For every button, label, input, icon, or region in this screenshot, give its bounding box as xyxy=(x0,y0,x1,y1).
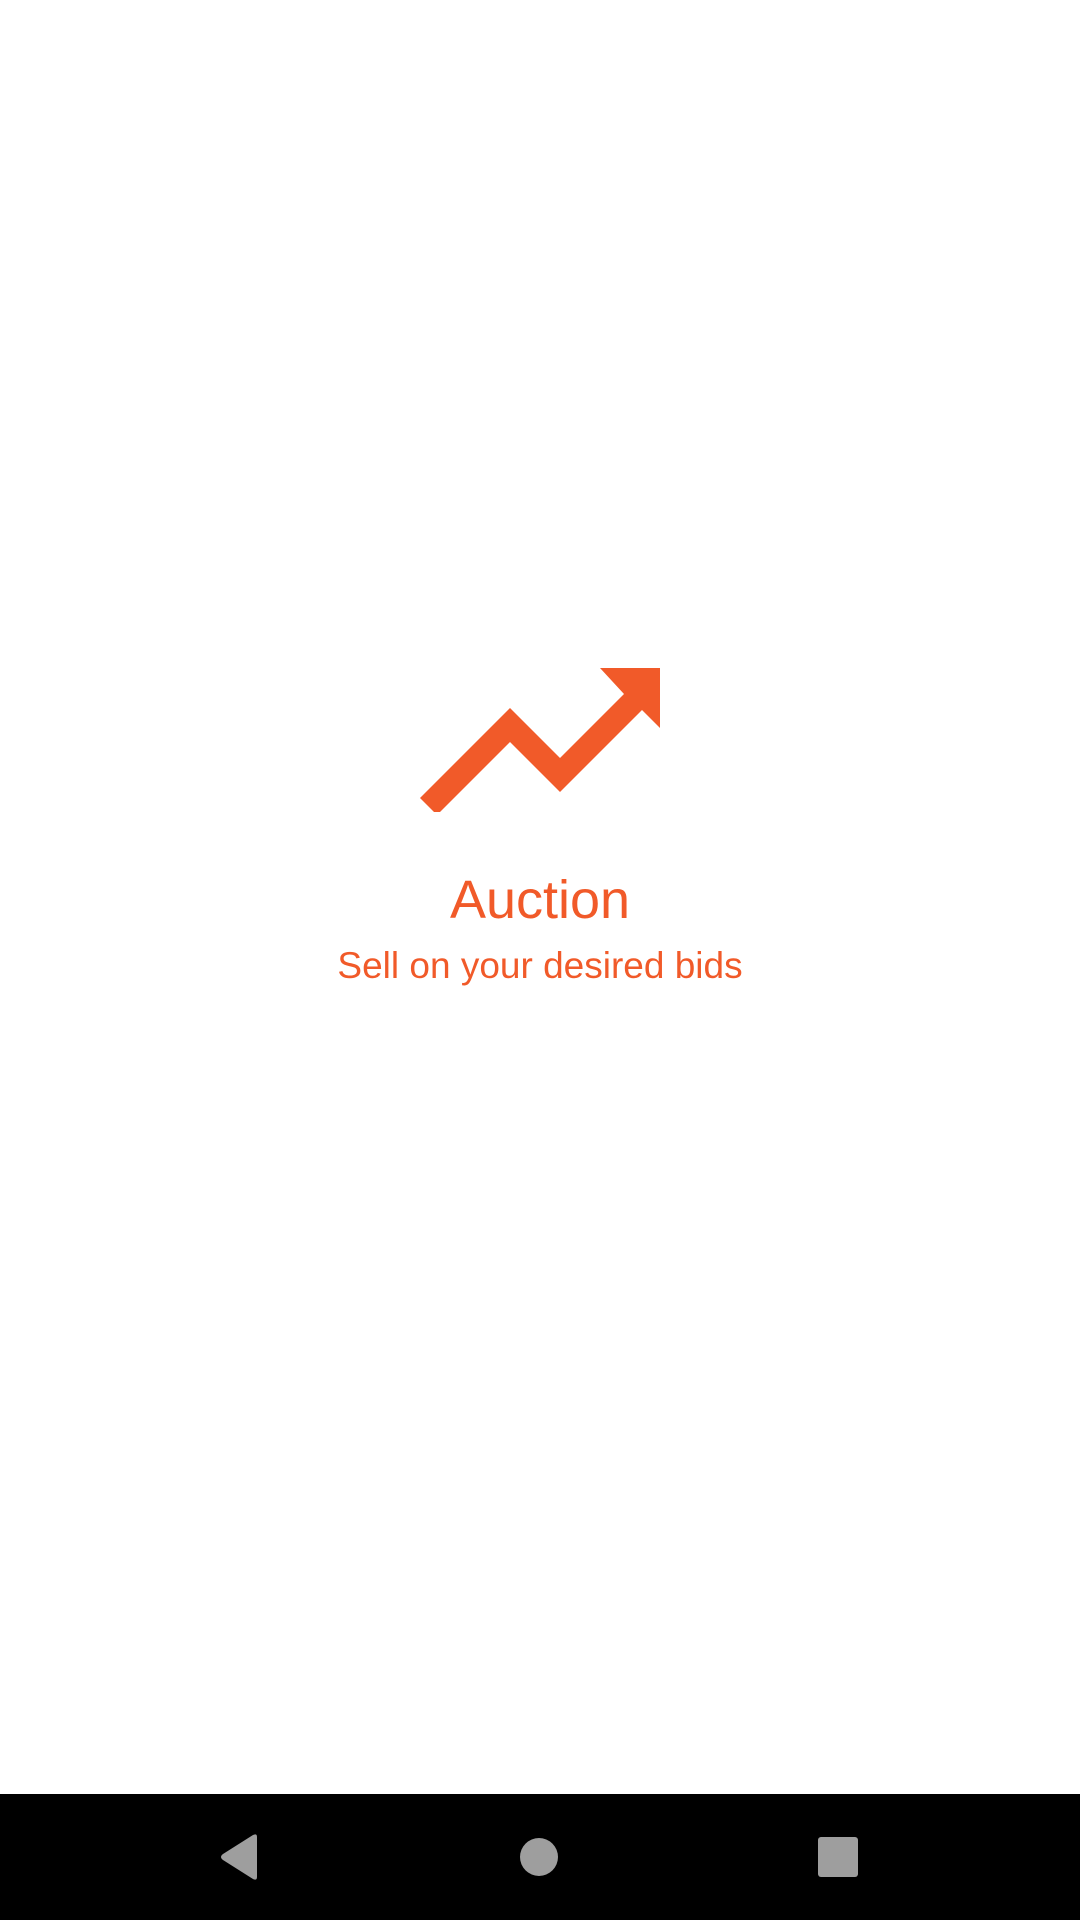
onboarding-page: Auction Sell on your desired bids xyxy=(0,0,1080,1794)
trending-up-icon xyxy=(420,668,660,812)
screen: Auction Sell on your desired bids xyxy=(0,0,1080,1920)
home-button[interactable] xyxy=(469,1794,609,1920)
recents-icon xyxy=(818,1837,858,1877)
onboarding-title: Auction xyxy=(449,870,631,930)
recents-button[interactable] xyxy=(768,1794,908,1920)
onboarding-subtitle: Sell on your desired bids xyxy=(337,945,743,986)
back-button[interactable] xyxy=(169,1794,309,1920)
home-icon xyxy=(520,1838,558,1876)
back-icon xyxy=(221,1834,257,1880)
system-navigation-bar xyxy=(0,1794,1080,1920)
